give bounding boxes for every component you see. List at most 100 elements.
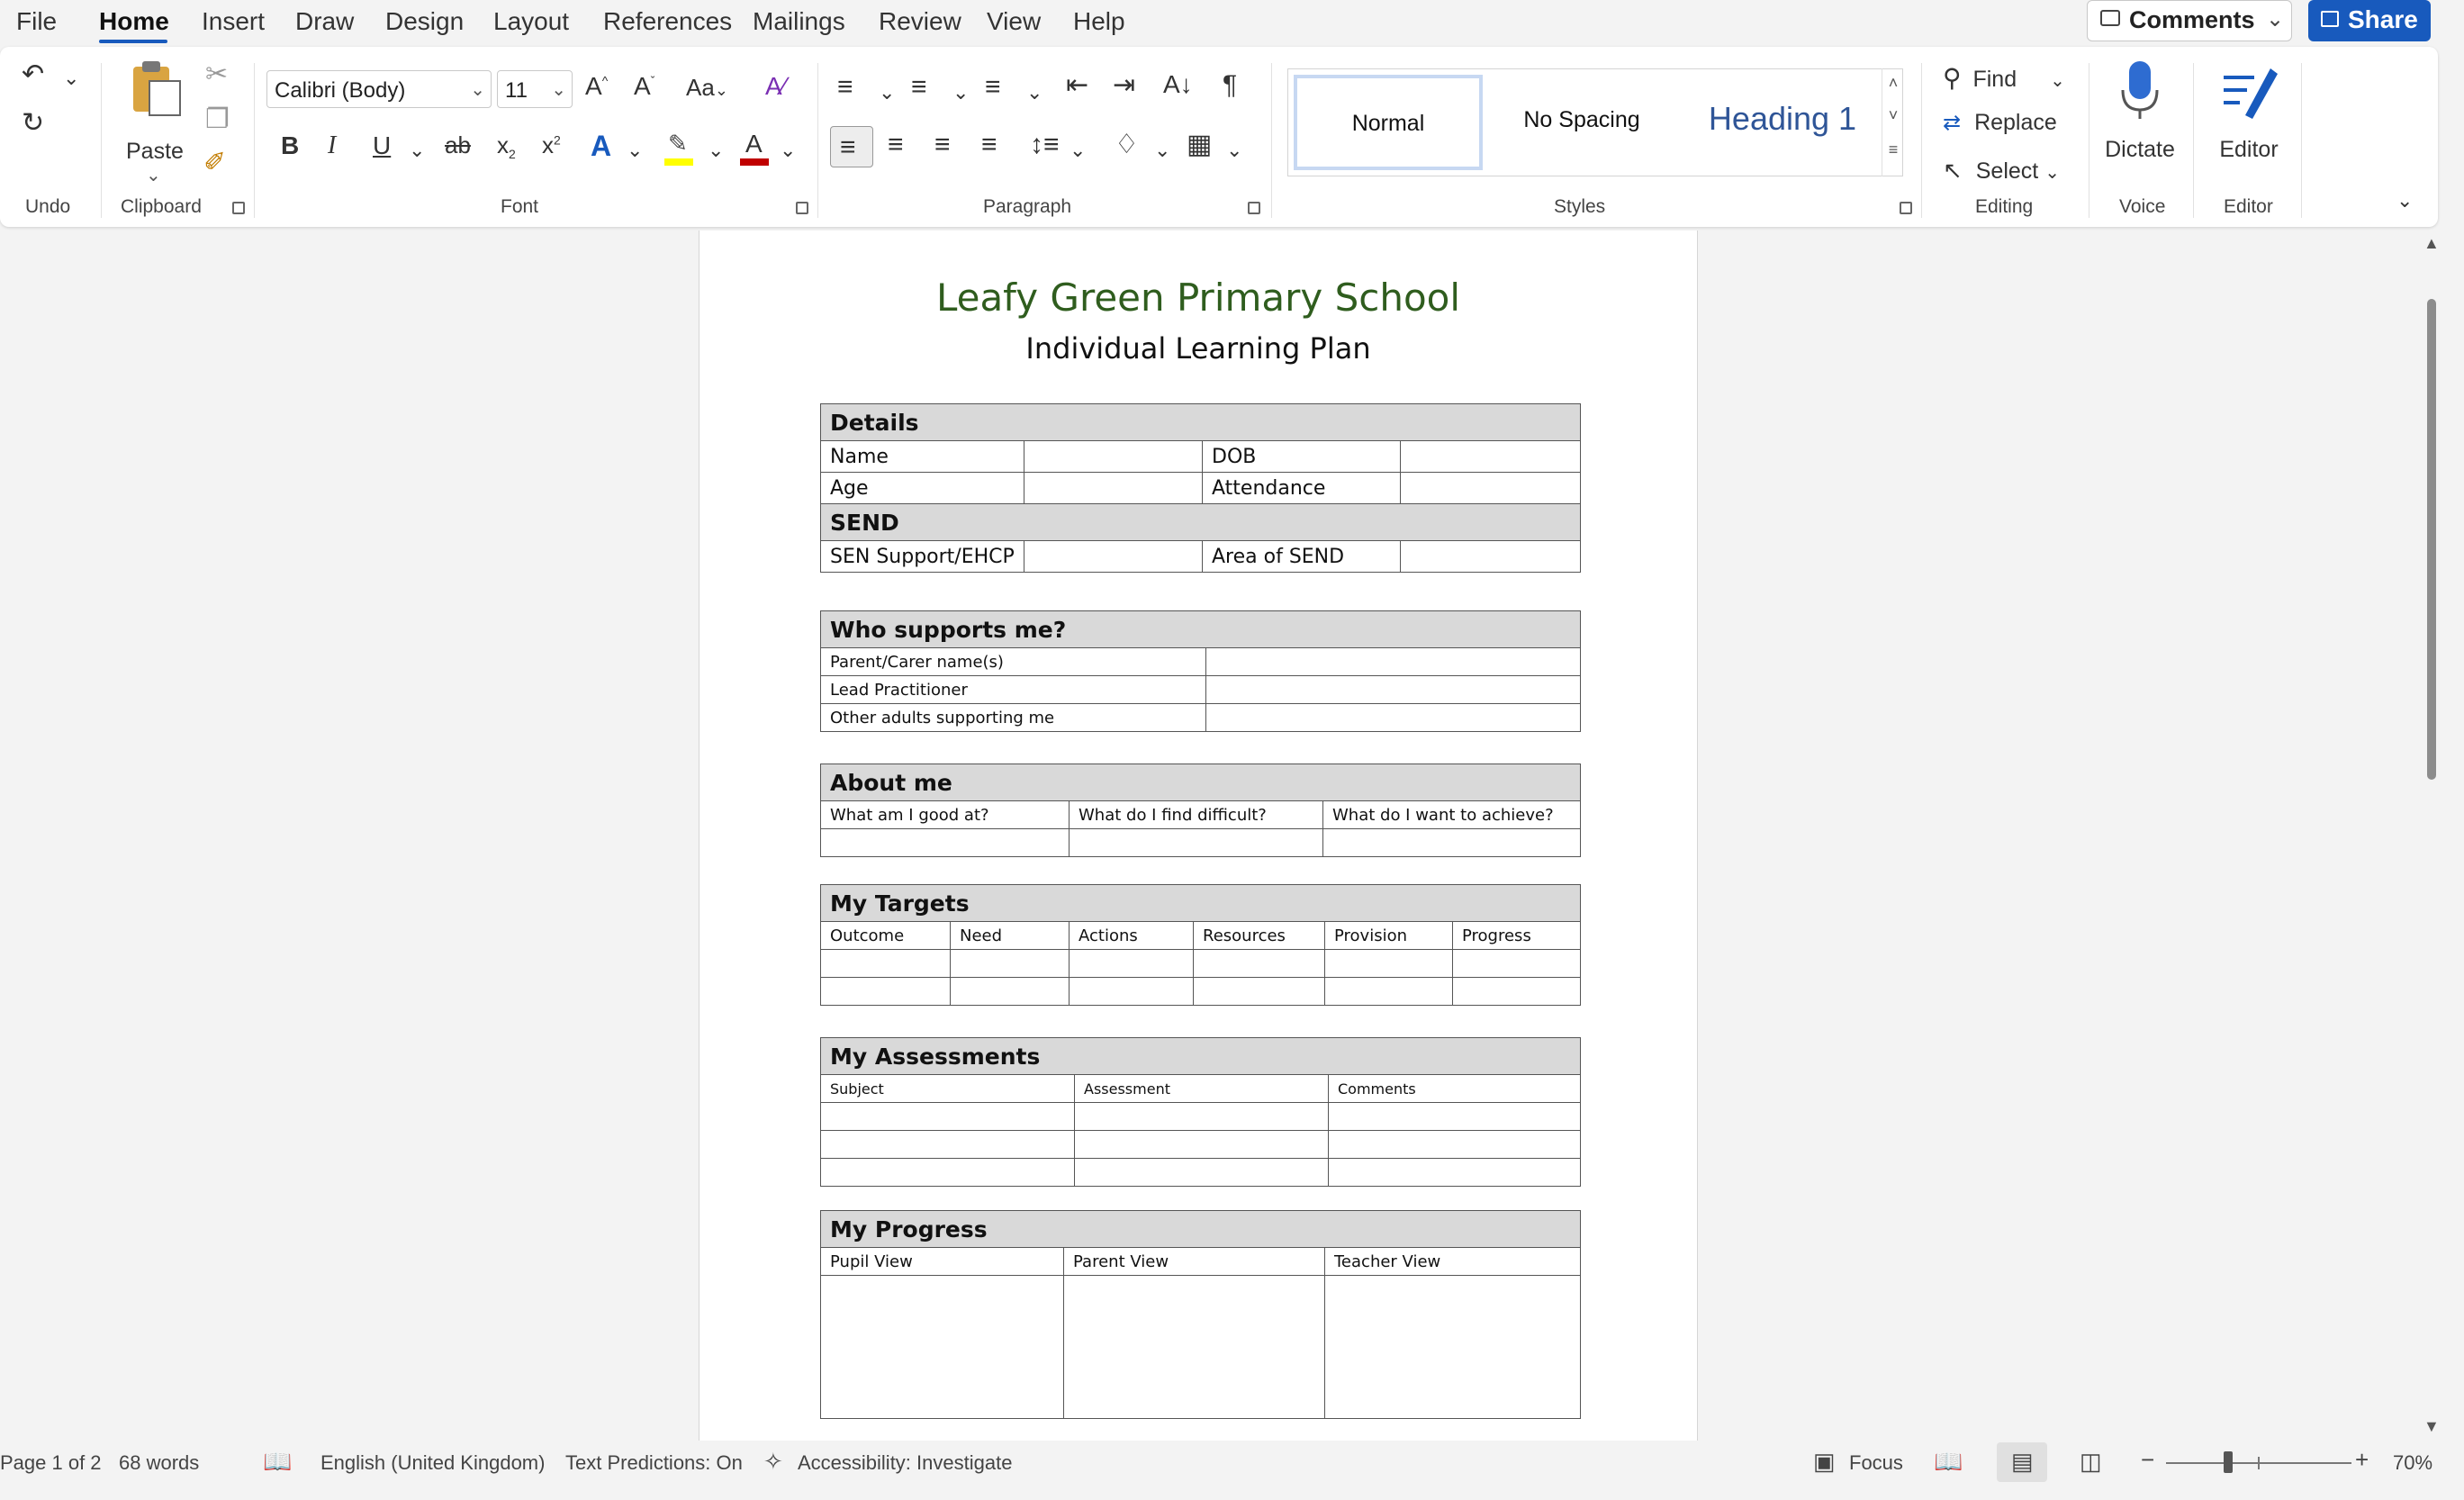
redo-icon[interactable]: ↻ bbox=[22, 110, 44, 137]
undo-icon[interactable]: ↶ bbox=[22, 61, 44, 88]
chevron-down-icon[interactable]: ⌄ bbox=[952, 83, 969, 103]
zoom-slider-thumb[interactable] bbox=[2223, 1451, 2233, 1473]
clipboard-launcher-icon[interactable] bbox=[232, 202, 245, 214]
borders-icon[interactable]: ▦ bbox=[1187, 131, 1212, 158]
table-cell[interactable] bbox=[1205, 675, 1581, 704]
language-indicator[interactable]: English (United Kingdom) bbox=[320, 1451, 545, 1475]
table-cell[interactable] bbox=[950, 949, 1070, 978]
dob-value-cell[interactable] bbox=[1400, 440, 1581, 473]
bold-icon[interactable]: B bbox=[281, 133, 299, 158]
more-styles-icon[interactable]: ≡ bbox=[1882, 140, 1904, 159]
table-cell[interactable] bbox=[1069, 828, 1323, 857]
italic-icon[interactable]: I bbox=[328, 133, 336, 158]
highlight-icon[interactable]: ✎ bbox=[664, 130, 695, 166]
table-cell[interactable] bbox=[820, 1275, 1064, 1419]
comments-button[interactable]: Comments ⌄ bbox=[2087, 0, 2292, 41]
table-cell[interactable] bbox=[1074, 1102, 1329, 1131]
table-cell[interactable] bbox=[1069, 977, 1194, 1006]
tab-insert[interactable]: Insert bbox=[202, 7, 265, 36]
text-effects-icon[interactable]: A bbox=[591, 131, 611, 160]
font-name-combo[interactable]: Calibri (Body) ⌄ bbox=[266, 70, 492, 108]
age-value-cell[interactable] bbox=[1024, 472, 1203, 504]
shrink-font-icon[interactable]: Aˇ bbox=[634, 74, 654, 99]
shading-icon[interactable]: ♢ bbox=[1115, 131, 1139, 158]
align-right-icon[interactable]: ≡ bbox=[934, 131, 951, 158]
table-cell[interactable] bbox=[820, 949, 951, 978]
table-cell[interactable] bbox=[1328, 1102, 1581, 1131]
copy-icon[interactable]: ❐ bbox=[205, 106, 230, 133]
table-cell[interactable] bbox=[1193, 949, 1325, 978]
style-normal[interactable]: Normal bbox=[1294, 75, 1483, 170]
web-layout-icon[interactable]: ◫ bbox=[2080, 1448, 2102, 1476]
zoom-in-icon[interactable]: + bbox=[2355, 1446, 2369, 1474]
center-icon[interactable]: ≡ bbox=[888, 131, 904, 158]
replace-button[interactable]: ⇄ Replace bbox=[1943, 110, 2057, 136]
word-count[interactable]: 68 words bbox=[119, 1451, 199, 1475]
underline-icon[interactable]: U bbox=[373, 133, 391, 158]
table-cell[interactable] bbox=[1324, 1275, 1581, 1419]
grow-font-icon[interactable]: A^ bbox=[585, 74, 608, 99]
line-spacing-icon[interactable]: ↕≡ bbox=[1030, 131, 1060, 158]
table-cell[interactable] bbox=[820, 1130, 1075, 1159]
numbering-icon[interactable]: ≡ bbox=[911, 74, 927, 101]
dictate-button[interactable]: Dictate bbox=[2099, 59, 2180, 176]
format-painter-icon[interactable]: ✐ bbox=[203, 149, 226, 176]
subscript-icon[interactable]: x2 bbox=[497, 133, 516, 160]
clear-formatting-icon[interactable]: A∕ bbox=[765, 74, 786, 99]
style-no-spacing[interactable]: No Spacing bbox=[1486, 75, 1677, 170]
chevron-down-icon[interactable]: ⌄ bbox=[1154, 140, 1170, 160]
strikethrough-icon[interactable]: ab bbox=[445, 133, 471, 157]
tab-review[interactable]: Review bbox=[879, 7, 961, 36]
chevron-down-icon[interactable]: ⌄ bbox=[780, 140, 796, 160]
tab-home[interactable]: Home bbox=[99, 7, 169, 36]
tab-view[interactable]: View bbox=[987, 7, 1041, 36]
change-case-icon[interactable]: Aa⌄ bbox=[686, 76, 728, 99]
chevron-down-icon[interactable]: ⌄ bbox=[627, 140, 643, 160]
table-cell[interactable] bbox=[1328, 1130, 1581, 1159]
chevron-down-icon[interactable]: ⌄ bbox=[879, 83, 895, 103]
chevron-down-icon[interactable]: ⌄ bbox=[1026, 83, 1042, 103]
table-cell[interactable] bbox=[820, 1102, 1075, 1131]
chevron-down-icon[interactable]: ⌄ bbox=[708, 140, 724, 160]
area-of-send-value-cell[interactable] bbox=[1400, 540, 1581, 573]
table-cell[interactable] bbox=[820, 828, 1070, 857]
justify-icon[interactable]: ≡ bbox=[981, 131, 997, 158]
table-cell[interactable] bbox=[1322, 828, 1581, 857]
superscript-icon[interactable]: x2 bbox=[542, 133, 561, 157]
attendance-value-cell[interactable] bbox=[1400, 472, 1581, 504]
table-cell[interactable] bbox=[820, 1158, 1075, 1187]
table-cell[interactable] bbox=[820, 977, 951, 1006]
print-layout-button[interactable]: ▤ bbox=[1997, 1442, 2047, 1482]
font-launcher-icon[interactable] bbox=[796, 202, 808, 214]
vertical-scrollbar[interactable]: ▲ ▼ bbox=[2420, 230, 2443, 1441]
increase-indent-icon[interactable]: ⇥ bbox=[1113, 72, 1135, 99]
table-cell[interactable] bbox=[1324, 949, 1453, 978]
chevron-down-icon[interactable]: ⌄ bbox=[409, 140, 425, 160]
paste-button[interactable]: Paste ⌄ bbox=[124, 59, 184, 185]
table-cell[interactable] bbox=[1193, 977, 1325, 1006]
chevron-up-icon[interactable]: ˄ bbox=[1882, 74, 1904, 93]
share-button[interactable]: Share bbox=[2308, 0, 2431, 41]
find-button[interactable]: ⚲ Find ⌄ bbox=[1943, 63, 2065, 93]
tab-help[interactable]: Help bbox=[1073, 7, 1125, 36]
scroll-up-icon[interactable]: ▲ bbox=[2423, 234, 2440, 253]
table-cell[interactable] bbox=[1452, 977, 1581, 1006]
align-left-icon[interactable]: ≡ bbox=[830, 126, 873, 167]
table-cell[interactable] bbox=[1452, 949, 1581, 978]
bullets-icon[interactable]: ≡ bbox=[837, 74, 853, 101]
table-cell[interactable] bbox=[950, 977, 1070, 1006]
table-cell[interactable] bbox=[1205, 703, 1581, 732]
table-cell[interactable] bbox=[1063, 1275, 1325, 1419]
name-value-cell[interactable] bbox=[1024, 440, 1203, 473]
paragraph-launcher-icon[interactable] bbox=[1248, 202, 1260, 214]
tab-layout[interactable]: Layout bbox=[493, 7, 569, 36]
font-size-combo[interactable]: 11 ⌄ bbox=[497, 70, 573, 108]
document-page[interactable]: Leafy Green Primary School Individual Le… bbox=[699, 230, 1698, 1441]
text-predictions-status[interactable]: Text Predictions: On bbox=[565, 1451, 743, 1475]
chevron-down-icon[interactable]: ⌄ bbox=[1226, 140, 1242, 160]
table-cell[interactable] bbox=[1074, 1130, 1329, 1159]
collapse-ribbon-icon[interactable]: ⌄ bbox=[2396, 191, 2413, 211]
table-cell[interactable] bbox=[1205, 647, 1581, 676]
table-cell[interactable] bbox=[1074, 1158, 1329, 1187]
chevron-down-icon[interactable]: ⌄ bbox=[1070, 140, 1086, 160]
